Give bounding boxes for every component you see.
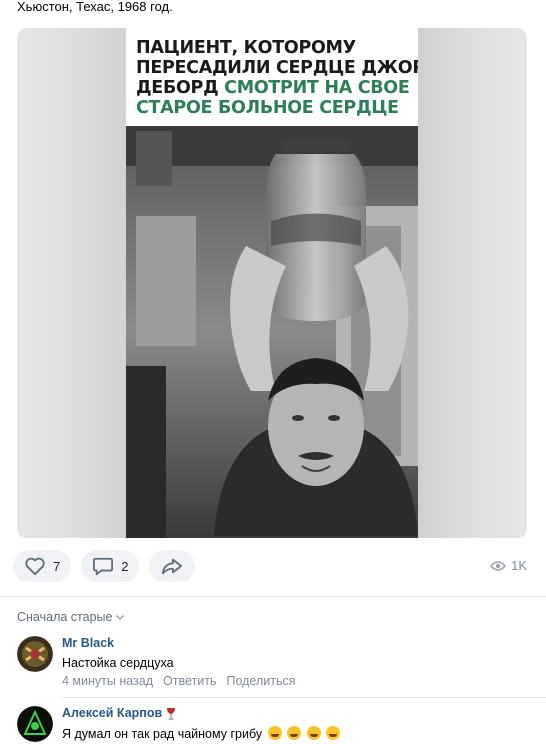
poster-line-4: СТАРОЕ БОЛЬНОЕ СЕРДЦЕ (136, 98, 399, 118)
comment-time[interactable]: 4 минуты назад (62, 674, 153, 688)
reply-link[interactable]: Ответить (163, 674, 216, 688)
poster-line-1: ПАЦИЕНТ, КОТОРОМУ (136, 38, 356, 58)
poster-photo (126, 126, 418, 538)
avatar[interactable] (17, 636, 53, 672)
share-icon (162, 558, 183, 575)
comment-author[interactable]: Алексей Карпов (62, 706, 162, 721)
comment-author[interactable]: Mr Black (62, 636, 174, 651)
laughing-emoji-icon (267, 726, 282, 740)
avatar[interactable] (17, 706, 53, 742)
like-button[interactable]: 7 (13, 550, 72, 582)
image-blur-right (417, 28, 527, 538)
poster: ПАЦИЕНТ, КОТОРОМУ ПЕРЕСАДИЛИ СЕРДЦЕ ДЖОР… (126, 28, 418, 538)
laughing-emoji-icon (326, 726, 341, 740)
heart-icon (25, 557, 45, 576)
poster-line-2: ПЕРЕСАДИЛИ СЕРДЦЕ ДЖОРДЖ (136, 58, 418, 78)
comments-divider (0, 596, 546, 597)
comment-count: 2 (121, 558, 129, 574)
post-image[interactable]: ПАЦИЕНТ, КОТОРОМУ ПЕРЕСАДИЛИ СЕРДЦЕ ДЖОР… (17, 28, 527, 538)
poster-line-3-dark: ДЕБОРД (136, 78, 225, 98)
image-blur-left (17, 28, 127, 538)
share-link[interactable]: Поделиться (226, 674, 295, 688)
laughing-emoji-icon (287, 726, 302, 740)
poster-line-3-green: СМОТРИТ НА СВОЕ (224, 78, 410, 98)
view-counter: 1K (490, 558, 527, 573)
comment-icon (93, 557, 114, 576)
comment-divider (62, 697, 546, 698)
comments-sort-toggle[interactable]: Сначала старые (17, 610, 125, 624)
post-actions: 7 2 (13, 550, 196, 582)
sort-label: Сначала старые (17, 610, 113, 624)
comment-text: Настойка сердцуха (62, 656, 174, 670)
laughing-emoji-icon (306, 726, 321, 740)
wine-glass-icon (167, 708, 176, 720)
comment-button[interactable]: 2 (81, 550, 140, 582)
like-count: 7 (53, 558, 61, 574)
share-button[interactable] (149, 550, 196, 582)
chevron-down-icon (116, 614, 125, 620)
poster-headline: ПАЦИЕНТ, КОТОРОМУ ПЕРЕСАДИЛИ СЕРДЦЕ ДЖОР… (126, 28, 418, 126)
view-count: 1K (511, 558, 527, 573)
eye-icon (490, 560, 507, 571)
comment-text: Я думал он так рад чайному грибу (62, 727, 263, 741)
post-caption: Хьюстон, Техас, 1968 год. (17, 0, 173, 14)
